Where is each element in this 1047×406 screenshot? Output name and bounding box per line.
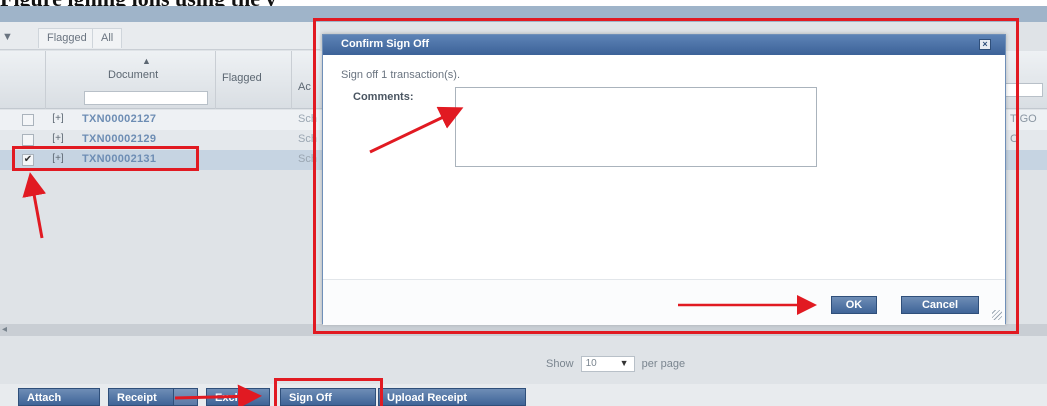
pager: Show 10 ▼ per page [546, 356, 685, 372]
document-filter-input[interactable] [84, 91, 208, 105]
page-size-value: 10 [585, 358, 597, 369]
annotation-row-highlight [12, 146, 199, 171]
pager-per-page-label: per page [641, 357, 686, 370]
tab-flagged[interactable]: Flagged [38, 28, 96, 48]
action-toolbar: Attach Receipt Excl Sign Off Upload Rece… [0, 384, 1047, 406]
filter-icon[interactable]: ▼ [0, 28, 14, 48]
attach-button[interactable]: Attach [18, 388, 100, 406]
tab-strip: ▼ Flagged All [0, 22, 320, 50]
page-size-select[interactable]: 10 ▼ [580, 356, 635, 372]
row-checkbox[interactable] [22, 134, 34, 146]
header-select-column[interactable] [0, 51, 46, 109]
screenshot-stage: Figure igning ions using the y ▼ Flagged… [0, 0, 1047, 406]
header-flagged-column[interactable]: Flagged [216, 51, 292, 109]
sort-up-icon: ▲ [142, 56, 151, 66]
button-spacer [174, 388, 198, 406]
receipt-button[interactable]: Receipt [108, 388, 174, 406]
document-link[interactable]: TXN00002127 [82, 113, 156, 125]
scroll-left-icon[interactable]: ◂ [2, 324, 7, 335]
upload-receipt-button[interactable]: Upload Receipt [378, 388, 526, 406]
header-flagged-label: Flagged [222, 72, 262, 84]
header-document-label: Document [108, 69, 159, 81]
annotation-sign-off-highlight [274, 378, 383, 406]
document-link[interactable]: TXN00002129 [82, 133, 156, 145]
header-account-label: Ac [298, 81, 311, 93]
exclude-button[interactable]: Excl [206, 388, 270, 406]
header-document-column[interactable]: ▲ Document [78, 51, 216, 109]
tab-all[interactable]: All [92, 28, 123, 48]
pager-show-label: Show [546, 357, 574, 370]
expand-icon[interactable]: [+] [52, 114, 64, 126]
expand-icon[interactable]: [+] [52, 134, 64, 146]
row-checkbox[interactable] [22, 114, 34, 126]
chevron-down-icon: ▼ [619, 358, 629, 368]
annotation-dialog-highlight [313, 18, 1019, 334]
